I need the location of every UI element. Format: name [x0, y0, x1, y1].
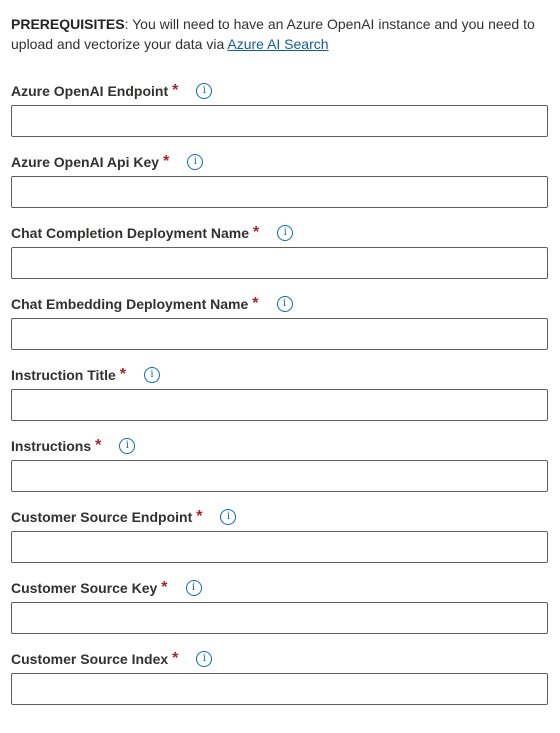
required-marker: *	[95, 437, 102, 454]
customer-source-key-input[interactable]	[11, 602, 548, 634]
required-marker: *	[196, 508, 203, 525]
field-label: Customer Source Key	[11, 580, 158, 596]
info-icon[interactable]: i	[119, 438, 136, 454]
instruction-title-input[interactable]	[11, 389, 548, 421]
instructions-input[interactable]	[11, 460, 548, 492]
chat-embedding-deployment-name-input[interactable]	[11, 318, 548, 350]
field-label: Azure OpenAI Api Key	[11, 154, 160, 170]
field-instruction-title: Instruction Title * i	[11, 365, 548, 421]
prerequisites-note: PREREQUISITES: You will need to have an …	[11, 14, 541, 54]
info-icon[interactable]: i	[276, 296, 293, 312]
field-chat-completion-deployment-name: Chat Completion Deployment Name * i	[11, 223, 548, 279]
customer-source-index-input[interactable]	[11, 673, 548, 705]
field-azure-openai-endpoint: Azure OpenAI Endpoint * i	[11, 81, 548, 137]
required-marker: *	[252, 295, 259, 312]
field-instructions: Instructions * i	[11, 436, 548, 492]
info-icon[interactable]: i	[143, 367, 160, 383]
info-icon[interactable]: i	[185, 580, 202, 596]
azure-ai-search-link[interactable]: Azure AI Search	[227, 36, 328, 52]
field-label: Instructions	[11, 438, 92, 454]
field-label: Customer Source Endpoint	[11, 509, 193, 525]
field-customer-source-index: Customer Source Index * i	[11, 649, 548, 705]
info-icon[interactable]: i	[196, 83, 213, 99]
info-icon[interactable]: i	[187, 154, 204, 170]
field-label: Azure OpenAI Endpoint	[11, 83, 169, 99]
field-chat-embedding-deployment-name: Chat Embedding Deployment Name * i	[11, 294, 548, 350]
required-marker: *	[161, 579, 168, 596]
field-azure-openai-api-key: Azure OpenAI Api Key * i	[11, 152, 548, 208]
field-label: Chat Embedding Deployment Name	[11, 296, 249, 312]
field-label: Instruction Title	[11, 367, 116, 383]
required-marker: *	[253, 224, 260, 241]
field-customer-source-key: Customer Source Key * i	[11, 578, 548, 634]
required-marker: *	[163, 153, 170, 170]
customer-source-endpoint-input[interactable]	[11, 531, 548, 563]
azure-openai-api-key-input[interactable]	[11, 176, 548, 208]
required-marker: *	[172, 650, 179, 667]
info-icon[interactable]: i	[277, 225, 294, 241]
field-label: Chat Completion Deployment Name	[11, 225, 250, 241]
field-label: Customer Source Index	[11, 651, 169, 667]
field-customer-source-endpoint: Customer Source Endpoint * i	[11, 507, 548, 563]
info-icon[interactable]: i	[220, 509, 237, 525]
info-icon[interactable]: i	[196, 651, 213, 667]
azure-openai-endpoint-input[interactable]	[11, 105, 548, 137]
chat-completion-deployment-name-input[interactable]	[11, 247, 548, 279]
prerequisites-heading: PREREQUISITES	[11, 16, 125, 32]
required-marker: *	[172, 82, 179, 99]
required-marker: *	[119, 366, 126, 383]
